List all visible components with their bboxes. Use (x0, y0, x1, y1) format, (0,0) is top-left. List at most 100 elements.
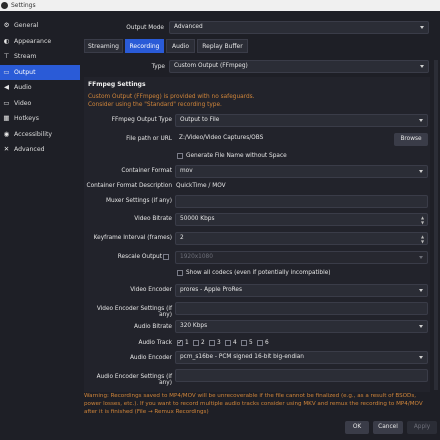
audio-track-1-checkbox[interactable] (177, 339, 183, 346)
recording-type-value: Custom Output (FFmpeg) (174, 63, 248, 69)
chevron-down-icon (419, 119, 423, 122)
video-encoder-select[interactable]: prores - Apple ProRes (175, 284, 428, 297)
cancel-button[interactable]: Cancel (373, 421, 403, 434)
output-mode-value: Advanced (174, 24, 203, 30)
ffmpeg-output-type-value: Output to File (180, 117, 220, 123)
audio-track-2-checkbox[interactable] (193, 340, 199, 346)
chevron-down-icon (419, 356, 423, 359)
apply-button[interactable]: Apply (407, 421, 437, 434)
muxer-settings-label: Muxer Settings (if any) (105, 198, 172, 204)
container-format-value: mov (180, 168, 193, 174)
ffmpeg-output-type-select[interactable]: Output to File (175, 114, 428, 127)
chevron-down-icon (419, 289, 423, 292)
audio-encoder-settings-label: Audio Encoder Settings (if any) (96, 374, 172, 386)
tab-streaming[interactable]: Streaming (84, 39, 123, 53)
sidebar-item-label: Appearance (14, 37, 52, 45)
chevron-down-icon (419, 325, 423, 328)
ffmpeg-warning-line2: Consider using the "Standard" recording … (88, 102, 222, 108)
window-title: Settings (11, 2, 36, 9)
show-all-codecs-checkbox[interactable] (177, 270, 183, 276)
sidebar-item-appearance[interactable]: ◐ Appearance (0, 34, 80, 50)
tab-replay-buffer[interactable]: Replay Buffer (197, 39, 248, 53)
sidebar-item-output[interactable]: ▭ Output (0, 64, 80, 80)
video-bitrate-value: 50000 Kbps (180, 216, 215, 222)
chevron-down-icon (419, 256, 423, 259)
sidebar-item-advanced[interactable]: ✕ Advanced (0, 142, 80, 158)
audio-track-label: Audio Track (138, 340, 173, 346)
monitor-icon: ▭ (3, 98, 10, 107)
video-bitrate-spinbox[interactable]: 50000 Kbps ▲ ▼ (175, 213, 428, 226)
sidebar-item-hotkeys[interactable]: ▦ Hotkeys (0, 111, 80, 127)
ffmpeg-output-type-label: FFmpeg Output Type (111, 117, 172, 123)
ffmpeg-warning-line1: Custom Output (FFmpeg) is provided with … (88, 94, 255, 100)
audio-track-4-label: 4 (233, 340, 237, 346)
chevron-down-icon (420, 26, 424, 29)
tab-recording[interactable]: Recording (125, 39, 164, 53)
audio-track-6-checkbox[interactable] (257, 340, 263, 346)
spin-arrows-icon[interactable]: ▲ ▼ (420, 215, 425, 225)
audio-bitrate-value: 320 Kbps (180, 323, 208, 329)
file-path-input[interactable]: Z:/Video/Video Captures/OBS (175, 133, 390, 146)
tab-audio[interactable]: Audio (166, 39, 195, 53)
gear-icon: ⚙ (3, 21, 10, 29)
sidebar-item-label: Advanced (14, 146, 45, 153)
antenna-icon: ⊤ (3, 52, 10, 60)
audio-track-1-label: 1 (185, 340, 189, 346)
sidebar-item-label: Stream (14, 53, 37, 60)
accessibility-icon: ◉ (3, 129, 10, 138)
type-label: Type (151, 64, 165, 70)
sidebar-item-audio[interactable]: ◀ Audio (0, 80, 80, 96)
sidebar-item-stream[interactable]: ⊤ Stream (0, 49, 80, 65)
video-bitrate-label: Video Bitrate (134, 216, 172, 222)
recording-type-select[interactable]: Custom Output (FFmpeg) (169, 60, 429, 73)
ffmpeg-section-title: FFmpeg Settings (88, 81, 146, 88)
audio-encoder-select[interactable]: pcm_s16be - PCM signed 16-bit big-endian (175, 351, 428, 364)
rescale-output-checkbox[interactable] (163, 254, 169, 260)
output-mode-label: Output Mode (126, 25, 164, 31)
chevron-down-icon (419, 170, 423, 173)
scrollbar[interactable] (434, 60, 438, 390)
audio-bitrate-select[interactable]: 320 Kbps (175, 320, 428, 333)
audio-track-2-label: 2 (201, 340, 205, 346)
settings-sidebar: ⚙ General ◐ Appearance ⊤ Stream ▭ Output ◀ Audio ▭… (0, 18, 80, 158)
spin-arrows-icon[interactable]: ▲ ▼ (420, 234, 425, 244)
file-path-label: File path or URL (126, 136, 172, 142)
sidebar-item-label: Accessibility (14, 130, 53, 138)
file-path-value: Z:/Video/Video Captures/OBS (179, 135, 264, 141)
keyframe-interval-spinbox[interactable]: 2 ▲ ▼ (175, 232, 428, 245)
muxer-settings-input[interactable] (175, 195, 428, 208)
video-encoder-value: prores - Apple ProRes (180, 287, 242, 293)
video-encoder-settings-label: Video Encoder Settings (if any) (96, 306, 172, 318)
app-icon (1, 2, 8, 9)
sidebar-item-general[interactable]: ⚙ General (0, 18, 80, 34)
rescale-output-label: Rescale Output (117, 254, 162, 260)
sidebar-item-label: General (14, 22, 39, 29)
rescale-output-value: 1920x1080 (180, 254, 213, 260)
speaker-icon: ◀ (4, 83, 9, 91)
sidebar-item-label: Video (14, 99, 32, 107)
keyframe-interval-label: Keyframe Interval (frames) (93, 235, 172, 241)
ok-button[interactable]: OK (345, 421, 369, 434)
rescale-output-select[interactable]: 1920x1080 (175, 251, 428, 264)
audio-encoder-settings-input[interactable] (175, 369, 428, 382)
browse-button[interactable]: Browse (394, 133, 428, 146)
audio-track-5-checkbox[interactable] (241, 340, 247, 346)
audio-track-4-checkbox[interactable] (225, 340, 231, 346)
video-encoder-settings-input[interactable] (175, 302, 428, 315)
audio-track-3-label: 3 (217, 340, 221, 346)
sidebar-item-video[interactable]: ▭ Video (0, 96, 80, 112)
audio-track-3-checkbox[interactable] (209, 340, 215, 346)
sidebar-item-label: Output (14, 68, 36, 76)
sidebar-item-accessibility[interactable]: ◉ Accessibility (0, 127, 80, 143)
container-format-select[interactable]: mov (175, 165, 428, 178)
audio-track-6-label: 6 (265, 340, 269, 346)
wrench-icon: ✕ (3, 145, 10, 153)
output-mode-select[interactable]: Advanced (169, 21, 429, 34)
audio-encoder-label: Audio Encoder (129, 355, 172, 361)
container-desc-value: QuickTime / MOV (176, 183, 226, 189)
show-all-codecs-label: Show all codecs (even if potentially inc… (186, 270, 331, 276)
sidebar-item-label: Audio (14, 84, 32, 91)
generate-filename-checkbox[interactable] (177, 153, 183, 159)
audio-encoder-value: pcm_s16be - PCM signed 16-bit big-endian (180, 354, 304, 360)
keyboard-icon: ▦ (3, 114, 10, 122)
